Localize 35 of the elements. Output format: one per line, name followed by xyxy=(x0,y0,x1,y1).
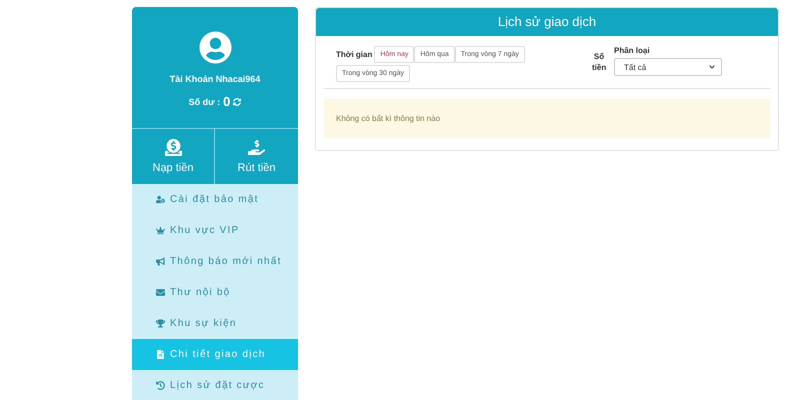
balance-label: Số dư : xyxy=(188,96,220,106)
menu-label: Khu sự kiện xyxy=(170,318,237,329)
account-name: Tài Khoản Nhacai964 xyxy=(170,74,260,84)
menu-item[interactable]: Khu vực VIP xyxy=(132,215,298,246)
history-icon xyxy=(156,381,165,390)
hand-dollar-icon xyxy=(248,139,265,156)
user-settings-icon xyxy=(156,195,165,204)
type-label: Phân loại xyxy=(614,46,651,55)
avatar-icon xyxy=(198,31,232,64)
balance-value: 0 xyxy=(223,94,230,109)
envelope-icon xyxy=(156,288,165,297)
menu-label: Thông báo mới nhất xyxy=(170,256,282,267)
menu-label: Chi tiết giao dịch xyxy=(170,349,266,360)
menu-label: Lịch sử đặt cược xyxy=(170,380,265,391)
menu-item[interactable]: Thư nội bộ xyxy=(132,277,298,308)
menu-label: Khu vực VIP xyxy=(170,225,240,236)
document-icon xyxy=(156,350,165,359)
menu-label: Thư nội bộ xyxy=(170,287,230,298)
menu-item[interactable]: Lịch sử đặt cược xyxy=(132,370,298,400)
menu-item[interactable]: Chi tiết giao dịch xyxy=(132,339,298,370)
refresh-icon[interactable] xyxy=(233,98,242,106)
empty-message: Không có bất kì thông tin nào xyxy=(324,99,770,138)
menu-item[interactable]: Khu sự kiện xyxy=(132,308,298,339)
panel-title: Lịch sử giao dịch xyxy=(316,8,778,36)
type-select[interactable]: Tất cả xyxy=(614,58,722,76)
coin-hand-icon xyxy=(164,139,182,156)
menu-item[interactable]: Thông báo mới nhất xyxy=(132,246,298,277)
megaphone-icon xyxy=(156,257,165,266)
amount-label: Số tiền xyxy=(592,51,606,73)
crown-icon xyxy=(156,226,165,235)
trophy-icon xyxy=(156,319,165,328)
chevron-down-icon xyxy=(709,64,715,70)
time-label: Thời gian xyxy=(336,50,372,59)
menu-item[interactable]: Cài đặt bảo mật xyxy=(132,184,298,215)
menu-label: Cài đặt bảo mật xyxy=(170,194,259,205)
